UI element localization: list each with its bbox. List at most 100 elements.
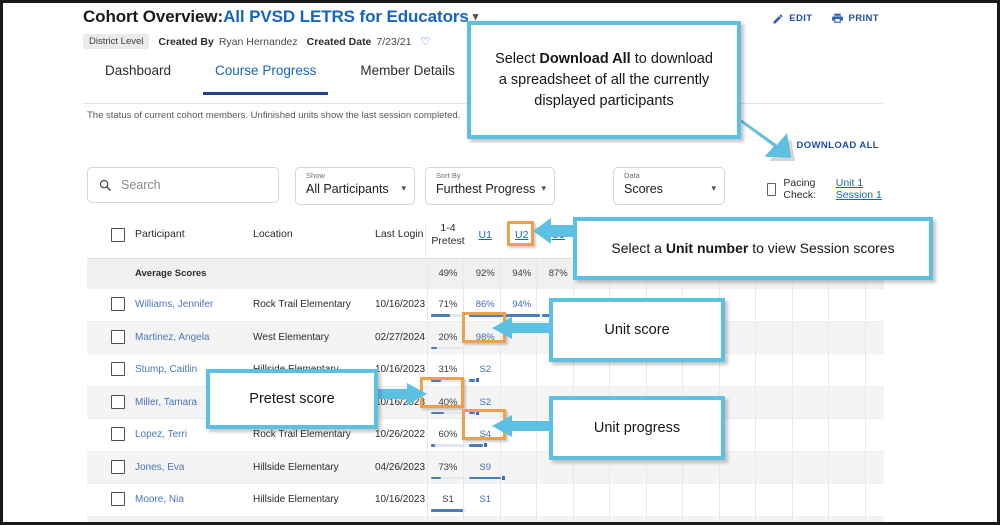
callout-unit-score-text: Unit score	[604, 321, 670, 338]
row-checkbox[interactable]	[111, 492, 125, 506]
column-header-unit-u1[interactable]: U1	[467, 229, 504, 241]
participant-name[interactable]: Miller, Tamara	[135, 397, 197, 408]
unit-value-1[interactable]: S2	[467, 397, 504, 408]
callout-unit-number-b: Unit number	[665, 240, 749, 256]
cell-divider	[755, 354, 756, 386]
cohort-name[interactable]: All PVSD LETRS for Educators	[223, 7, 469, 26]
unit-value-1[interactable]: S2	[467, 364, 504, 375]
participant-name[interactable]: Jones, Eva	[135, 462, 184, 473]
row-checkbox[interactable]	[111, 427, 125, 441]
participant-last-login: 10/26/2022	[375, 429, 426, 440]
unit-progress-marker-1	[484, 443, 488, 448]
sort-by-select[interactable]: Sort By Furthest Progress ▾	[425, 167, 555, 205]
cell-divider	[791, 386, 793, 418]
pretest-progress-fill	[431, 444, 436, 447]
participant-name[interactable]: Moore, Nia	[135, 494, 184, 505]
pretest-progress-fill	[431, 476, 442, 480]
unit-value-1[interactable]: S1	[467, 494, 504, 505]
unit-value-2[interactable]: 94%	[504, 299, 541, 310]
participant-name[interactable]: Lopez, Terri	[135, 429, 187, 440]
participant-last-login: 10/16/2023	[375, 494, 426, 505]
tab-course-progress[interactable]: Course Progress	[193, 55, 338, 95]
unit-value-1[interactable]: S9	[467, 462, 504, 473]
created-by-value: Ryan Hernandez	[218, 35, 298, 48]
search-icon	[99, 179, 111, 191]
cell-divider	[609, 484, 610, 516]
cell-divider	[426, 484, 428, 516]
pretest-value: S1	[442, 494, 454, 505]
favorite-heart-icon[interactable]: ♡	[420, 35, 430, 48]
tab-dashboard[interactable]: Dashboard	[83, 55, 193, 88]
average-unit-value-3: 87%	[548, 268, 568, 279]
select-all-checkbox[interactable]	[111, 228, 125, 242]
participant-name[interactable]: Williams, Jennifer	[135, 299, 213, 310]
unit-progress-fill-1	[469, 379, 476, 382]
show-filter-select[interactable]: Show All Participants ▾	[295, 167, 415, 205]
chevron-down-icon[interactable]: ▾	[711, 183, 716, 194]
cell-divider	[755, 516, 756, 522]
edit-button[interactable]: EDIT	[772, 13, 812, 25]
annotation-arrow-unit-progress	[492, 415, 552, 437]
callout-download-line1a: Select	[495, 50, 540, 67]
participant-last-login: 10/16/2023	[375, 299, 426, 310]
pacing-check-label: Pacing Check:	[783, 177, 817, 201]
cell-divider	[864, 354, 866, 386]
average-pretest-value: 49%	[438, 268, 458, 279]
pretest-value: 31%	[438, 364, 458, 375]
row-checkbox[interactable]	[111, 394, 125, 409]
tab-member-details[interactable]: Member Details	[338, 55, 477, 88]
callout-unit-progress-text: Unit progress	[593, 419, 681, 436]
table-row-partial[interactable]	[87, 516, 884, 522]
cell-divider	[682, 516, 683, 522]
cell-divider	[791, 516, 793, 522]
cell-divider	[864, 419, 866, 451]
column-header-pretest: 1-4 Pretest	[431, 222, 465, 247]
cell-divider	[682, 484, 683, 516]
created-by-label: Created By	[158, 35, 214, 48]
unit-progress-fill-1	[469, 444, 484, 447]
callout-unit-number-c: to view Session scores	[748, 240, 895, 256]
column-header-last-login[interactable]: Last Login	[375, 228, 423, 240]
row-checkbox[interactable]	[111, 459, 125, 474]
cell-divider	[755, 321, 756, 353]
chevron-down-icon[interactable]: ▾	[541, 183, 546, 194]
cell-divider	[828, 419, 829, 451]
cell-divider	[536, 451, 537, 483]
header-meta: District Level Created By Ryan Hernandez…	[83, 34, 478, 49]
cell-divider	[609, 516, 610, 522]
print-label: PRINT	[848, 13, 879, 24]
pacing-check-link[interactable]: Unit 1 Session 1	[836, 177, 887, 201]
row-checkbox[interactable]	[111, 362, 125, 376]
average-unit-value-2: 94%	[512, 268, 532, 279]
cell-divider	[426, 451, 428, 483]
callout-download-line1c: to download	[630, 50, 713, 67]
cell-divider	[864, 484, 866, 516]
table-row[interactable]: Jones, Eva Hillside Elementary 04/26/2023 7…	[87, 451, 884, 484]
cell-divider	[791, 354, 793, 386]
data-select-label: Data	[624, 171, 640, 180]
search-placeholder: Search	[121, 178, 161, 192]
column-header-participant[interactable]: Participant	[135, 228, 185, 240]
cell-divider	[864, 386, 866, 418]
table-row[interactable]: Moore, Nia Hillside Elementary 10/16/2023 S…	[87, 484, 884, 517]
cell-divider	[426, 419, 428, 451]
row-checkbox[interactable]	[111, 297, 125, 311]
data-select[interactable]: Data Scores ▾	[613, 167, 725, 205]
participant-name[interactable]: Stump, Caitlin	[135, 364, 197, 375]
participant-name[interactable]: Martinez, Angela	[135, 332, 210, 343]
row-checkbox[interactable]	[111, 329, 125, 344]
cell-divider	[426, 259, 428, 288]
chevron-down-icon[interactable]: ▾	[401, 183, 406, 194]
cell-divider	[828, 354, 829, 386]
cell-divider	[828, 289, 829, 321]
unit-value-1[interactable]: 86%	[467, 299, 504, 310]
printer-icon	[831, 13, 843, 23]
cell-divider	[828, 484, 829, 516]
pacing-check-checkbox[interactable]	[767, 182, 777, 196]
table-toolbar: Search Show All Participants ▾ Sort By F…	[87, 167, 887, 205]
search-input[interactable]: Search	[87, 167, 279, 203]
print-button[interactable]: PRINT	[831, 12, 880, 25]
unit-progress-fill-1	[469, 476, 502, 480]
column-header-location[interactable]: Location	[253, 228, 293, 240]
cell-divider	[755, 419, 756, 451]
